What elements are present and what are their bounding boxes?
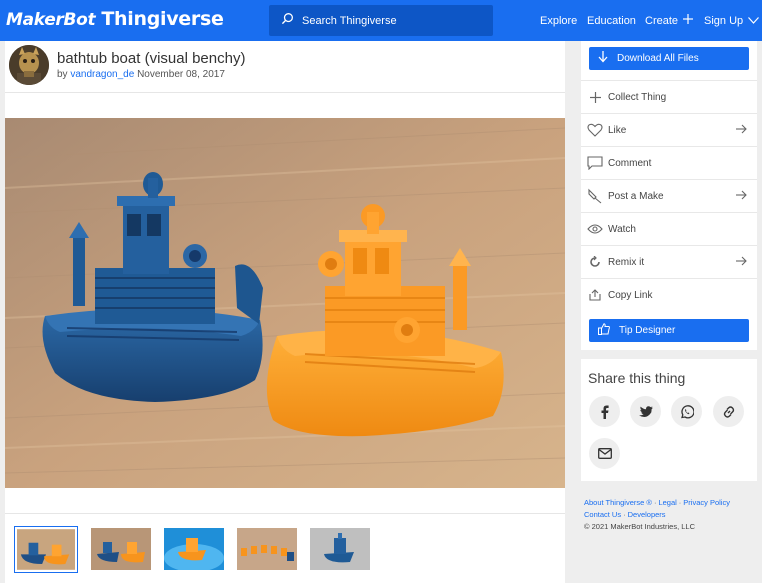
footer-line-2: Contact Us · Developers [584, 509, 760, 521]
nav-signup[interactable]: Sign Up [704, 0, 760, 41]
heart-icon [587, 122, 603, 138]
eye-icon [587, 221, 603, 237]
search-input[interactable]: Search Thingiverse [269, 5, 493, 36]
thing-header: bathtub boat (visual benchy) by vandrago… [5, 41, 565, 93]
copy-link-button[interactable]: Copy Link [581, 278, 757, 311]
thumbnail[interactable] [164, 528, 224, 570]
divider [5, 513, 565, 514]
logo-thingiverse-text: Thingiverse [101, 8, 224, 30]
thumbnail[interactable] [91, 528, 151, 570]
tip-designer-button[interactable]: Tip Designer [589, 319, 749, 342]
watch-label: Watch [608, 223, 636, 235]
remix-it-button[interactable]: Remix it [581, 245, 757, 278]
search-icon [281, 12, 294, 30]
like-button[interactable]: Like [581, 113, 757, 146]
link-icon[interactable] [713, 396, 744, 427]
remix-label: Remix it [608, 256, 645, 268]
comment-button[interactable]: Comment [581, 146, 757, 179]
search-placeholder: Search Thingiverse [302, 14, 397, 27]
thumbnail-strip [5, 526, 565, 576]
download-all-files-button[interactable]: Download All Files [589, 47, 749, 70]
comment-icon [587, 155, 603, 171]
footer-about-link[interactable]: About Thingiverse ® [584, 498, 652, 507]
plus-icon [587, 89, 603, 105]
avatar[interactable] [9, 45, 49, 85]
like-label: Like [608, 124, 627, 136]
top-navbar: MakerBot Thingiverse Search Thingiverse … [0, 0, 762, 41]
thumbs-up-icon [589, 323, 619, 338]
footer-legal-link[interactable]: Legal [658, 498, 676, 507]
footer-line-1: About Thingiverse ® · Legal · Privacy Policy [584, 497, 760, 509]
thumbnail[interactable] [14, 526, 78, 573]
divider [5, 92, 565, 93]
main-image[interactable] [5, 118, 565, 488]
share-upload-icon [587, 287, 603, 303]
facebook-icon[interactable] [589, 396, 620, 427]
nav-explore-label: Explore [540, 14, 578, 27]
byline-by: by [57, 69, 68, 80]
twitter-icon[interactable] [630, 396, 661, 427]
whatsapp-icon[interactable] [671, 396, 702, 427]
thing-main-panel: bathtub boat (visual benchy) by vandrago… [5, 41, 565, 583]
collect-label: Collect Thing [608, 91, 667, 103]
nav-create[interactable]: Create [645, 0, 694, 41]
arrow-right-icon [736, 190, 747, 203]
footer-separator: · [653, 498, 657, 507]
footer-privacy-link[interactable]: Privacy Policy [683, 498, 730, 507]
logo-makerbot-text: MakerBot [6, 10, 96, 30]
thing-date: November 08, 2017 [137, 69, 225, 80]
share-panel: Share this thing [581, 359, 757, 481]
footer-developers-link[interactable]: Developers [628, 510, 666, 519]
download-icon [589, 51, 617, 66]
thumbnail[interactable] [310, 528, 370, 570]
footer-contact-link[interactable]: Contact Us [584, 510, 621, 519]
page-footer: About Thingiverse ® · Legal · Privacy Policy… [584, 497, 760, 533]
thumbnail[interactable] [237, 528, 297, 570]
nav-signup-label: Sign Up [704, 14, 744, 27]
footer-separator: · [678, 498, 682, 507]
footer-copyright: © 2021 MakerBot Industries, LLC [584, 522, 695, 531]
author-link[interactable]: vandragon_de [70, 69, 134, 80]
action-panel: Download All Files Collect Thing Like Co… [581, 41, 757, 350]
comment-label: Comment [608, 157, 652, 169]
collect-thing-button[interactable]: Collect Thing [581, 80, 757, 113]
remix-icon [587, 254, 603, 270]
nozzle-icon [587, 188, 603, 204]
page-title: bathtub boat (visual benchy) [57, 50, 246, 67]
arrow-right-icon [736, 124, 747, 137]
post-make-label: Post a Make [608, 190, 664, 202]
nav-explore[interactable]: Explore [540, 0, 577, 41]
download-label: Download All Files [617, 53, 699, 64]
share-title: Share this thing [588, 370, 686, 386]
arrow-right-icon [736, 256, 747, 269]
thing-byline: by vandragon_de November 08, 2017 [57, 69, 225, 80]
post-a-make-button[interactable]: Post a Make [581, 179, 757, 212]
plus-icon [678, 14, 694, 27]
tip-label: Tip Designer [619, 325, 676, 336]
chevron-down-icon [743, 15, 760, 27]
watch-button[interactable]: Watch [581, 212, 757, 245]
footer-separator: · [623, 510, 626, 519]
email-icon[interactable] [589, 438, 620, 469]
nav-create-label: Create [645, 14, 679, 27]
copy-link-label: Copy Link [608, 289, 653, 301]
makerbot-thingiverse-logo[interactable]: MakerBot Thingiverse [6, 8, 224, 32]
nav-education[interactable]: Education [587, 0, 636, 41]
nav-education-label: Education [587, 14, 636, 27]
